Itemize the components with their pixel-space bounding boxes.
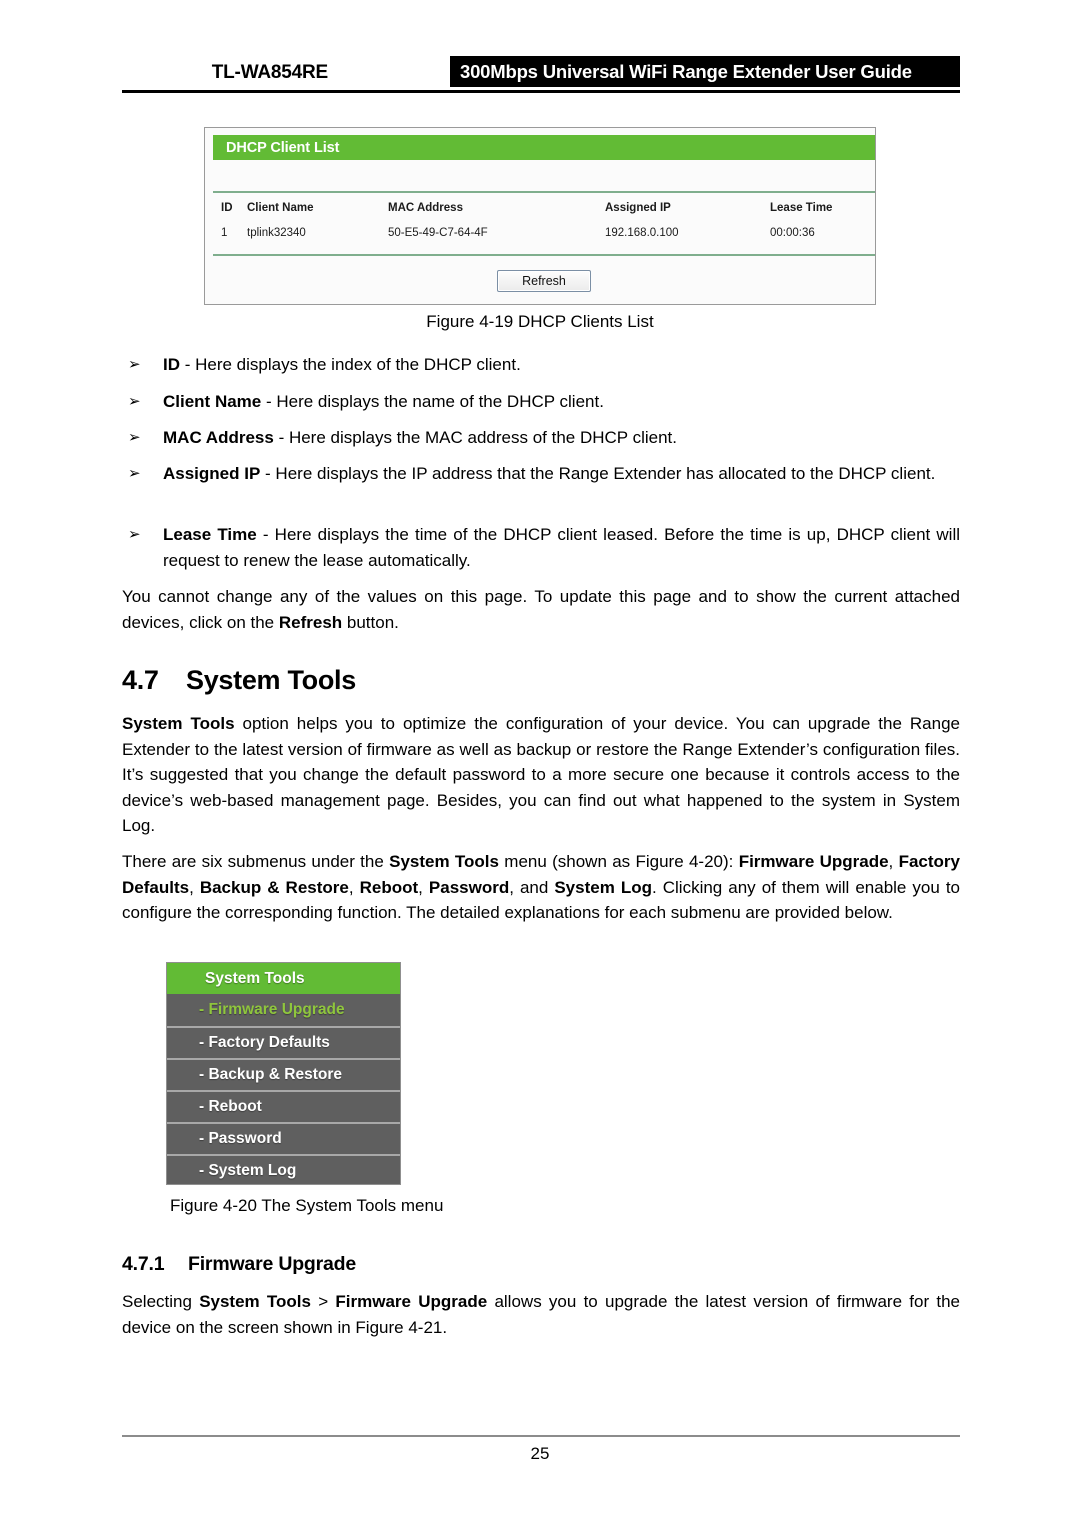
list-item-sep: - [256,525,275,544]
submenus-text-2: menu (shown as Figure 4-20): [498,852,739,871]
submenus-text-7: , and [509,877,555,897]
document-page: TL-WA854RE 300Mbps Universal WiFi Range … [0,0,1080,1527]
cell-mac-address: 50-E5-49-C7-64-4F [388,227,488,239]
page-number: 25 [530,1444,550,1463]
system-tools-menu-header: System Tools [167,963,400,994]
system-tools-intro-paragraph: System Tools option helps you to optimiz… [122,711,960,839]
firmware-text-1: Selecting [122,1292,200,1311]
list-item-text: Here displays the MAC address of the DHC… [288,428,677,447]
firmware-bold-firmware-upgrade: Firmware Upgrade [335,1292,488,1311]
list-item: ➢ Assigned IP - Here displays the IP add… [122,461,960,487]
refresh-note-bold: Refresh [278,612,343,632]
refresh-note-paragraph: You cannot change any of the values on t… [122,584,960,635]
system-tools-menu-figure: System Tools - Firmware Upgrade - Factor… [166,962,401,1185]
firmware-text-2: > [310,1292,336,1311]
submenus-text-5: , [348,877,360,897]
dhcp-divider-top [213,191,875,193]
submenus-bold-system-log: System Log [554,877,652,897]
dhcp-client-table: ID Client Name MAC Address Assigned IP L… [213,194,875,252]
list-item-term: Lease Time [163,525,257,544]
arrow-bullet-icon: ➢ [128,465,141,482]
refresh-button[interactable]: Refresh [497,270,591,292]
guide-title-banner: 300Mbps Universal WiFi Range Extender Us… [450,56,960,87]
section-title: System Tools [186,665,356,695]
cell-assigned-ip: 192.168.0.100 [605,227,679,239]
submenus-bold-system-tools: System Tools [389,852,499,871]
arrow-bullet-icon: ➢ [128,356,141,373]
list-item-text: Here displays the name of the DHCP clien… [276,392,604,411]
arrow-bullet-icon: ➢ [128,526,141,543]
subsection-heading: 4.7.1 Firmware Upgrade [122,1253,356,1276]
column-header-id: ID [221,202,233,214]
sidebar-item-firmware-upgrade[interactable]: - Firmware Upgrade [167,994,400,1025]
firmware-bold-system-tools: System Tools [199,1292,311,1311]
section-number: 4.7 [122,665,159,695]
submenus-paragraph: There are six submenus under the System … [122,849,960,926]
refresh-button-area: Refresh [213,261,875,301]
submenus-text-1: There are six submenus under the [122,852,390,871]
list-item: ➢ ID - Here displays the index of the DH… [122,352,960,378]
page-title: 4.7 System Tools [122,665,356,696]
cell-lease-time: 00:00:36 [770,227,815,239]
header-divider [122,90,960,93]
running-header: TL-WA854RE 300Mbps Universal WiFi Range … [122,56,960,90]
dhcp-panel-title: DHCP Client List [213,135,875,160]
submenus-bold-backup-restore: Backup & Restore [199,877,349,897]
submenus-text-4: , [189,877,200,897]
table-row: 1 tplink32340 50-E5-49-C7-64-4F 192.168.… [213,221,875,245]
dhcp-divider-bottom [213,254,875,256]
sidebar-item-factory-defaults[interactable]: - Factory Defaults [167,1026,400,1057]
cell-id: 1 [221,227,228,239]
firmware-upgrade-paragraph: Selecting System Tools > Firmware Upgrad… [122,1289,960,1340]
device-model-label: TL-WA854RE [211,62,328,83]
list-item: ➢ MAC Address - Here displays the MAC ad… [122,425,960,451]
column-header-lease-time: Lease Time [770,202,833,214]
submenus-text-3: , [888,852,899,871]
system-tools-intro-text: option helps you to optimize the configu… [122,714,960,835]
list-item-term: Client Name [163,392,262,411]
footer-divider [122,1435,960,1437]
submenus-text-6: , [418,877,429,897]
sidebar-item-password[interactable]: - Password [167,1122,400,1153]
list-item-sep: - [273,428,289,447]
column-header-mac-address: MAC Address [388,202,463,214]
list-item: ➢ Lease Time - Here displays the time of… [122,522,960,573]
list-item-sep: - [261,392,277,411]
list-item: ➢ Client Name - Here displays the name o… [122,389,960,415]
list-item-term: Assigned IP [163,464,261,483]
figure-4-19-caption: Figure 4-19 DHCP Clients List [426,312,654,331]
subsection-title: Firmware Upgrade [188,1253,357,1275]
list-item-text: Here displays the IP address that the Ra… [275,464,936,483]
column-header-assigned-ip: Assigned IP [605,202,671,214]
subsection-number: 4.7.1 [122,1253,165,1275]
column-header-client-name: Client Name [247,202,314,214]
list-item-sep: - [260,464,276,483]
sidebar-item-reboot[interactable]: - Reboot [167,1090,400,1121]
arrow-bullet-icon: ➢ [128,393,141,410]
cell-client-name: tplink32340 [247,227,306,239]
dhcp-client-list-panel: DHCP Client List ID Client Name MAC Addr… [204,127,876,305]
list-item-text: Here displays the time of the DHCP clien… [163,525,961,570]
list-item-text: Here displays the index of the DHCP clie… [195,355,521,374]
list-item-term: MAC Address [163,428,274,447]
refresh-note-part-1: You cannot change any of the values on t… [122,587,960,632]
arrow-bullet-icon: ➢ [128,429,141,446]
table-header-row: ID Client Name MAC Address Assigned IP L… [213,196,875,220]
list-item-term: ID [163,355,180,374]
system-tools-bold: System Tools [122,714,235,733]
sidebar-item-system-log[interactable]: - System Log [167,1154,400,1184]
submenus-bold-password: Password [428,877,510,897]
submenus-bold-reboot: Reboot [359,877,419,897]
figure-4-20-caption: Figure 4-20 The System Tools menu [170,1196,444,1215]
submenus-bold-firmware-upgrade: Firmware Upgrade [738,852,889,871]
list-item-sep: - [180,355,196,374]
refresh-note-part-2: button. [342,612,399,632]
sidebar-item-backup-restore[interactable]: - Backup & Restore [167,1058,400,1089]
